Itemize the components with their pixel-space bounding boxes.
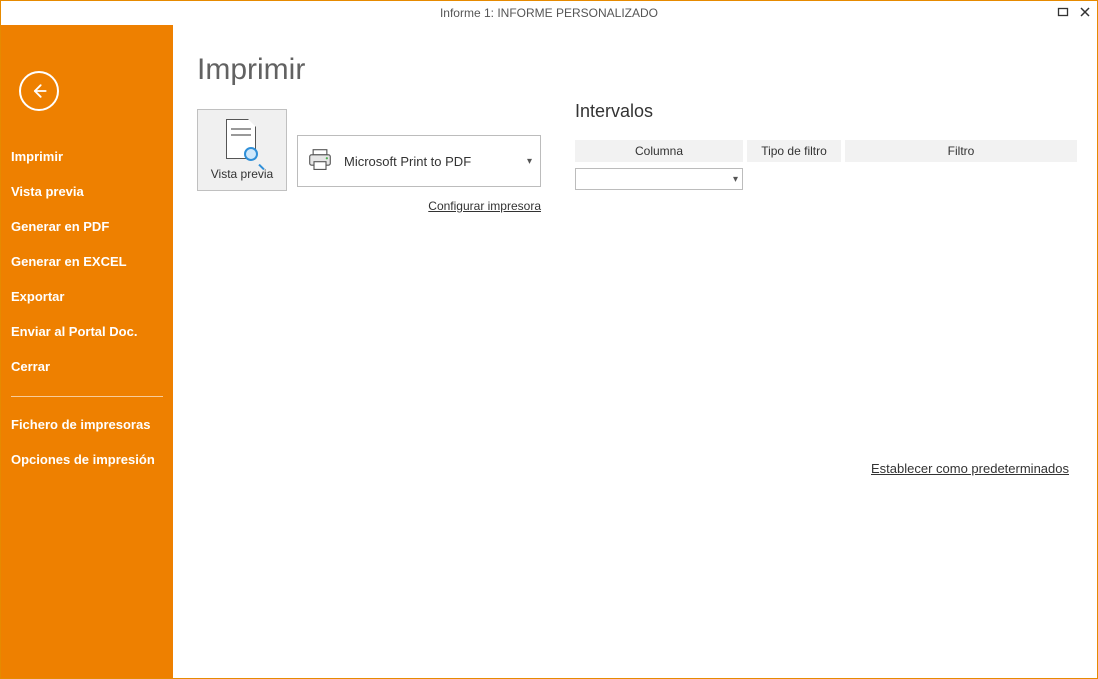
printer-block: Microsoft Print to PDF ▾ Configurar impr… — [297, 109, 541, 213]
sidebar-item-vista-previa[interactable]: Vista previa — [1, 174, 173, 209]
sidebar-item-exportar[interactable]: Exportar — [1, 279, 173, 314]
printer-name: Microsoft Print to PDF — [344, 154, 517, 169]
sidebar: Imprimir Vista previa Generar en PDF Gen… — [1, 25, 173, 678]
print-controls: Vista previa — [197, 109, 541, 213]
sidebar-item-imprimir[interactable]: Imprimir — [1, 139, 173, 174]
sidebar-item-enviar-portal[interactable]: Enviar al Portal Doc. — [1, 314, 173, 349]
window-controls — [1057, 1, 1091, 25]
intervals-row: ▾ — [575, 168, 1077, 190]
vista-previa-button[interactable]: Vista previa — [197, 109, 287, 191]
maximize-icon[interactable] — [1057, 6, 1069, 20]
printer-icon — [306, 148, 334, 175]
sidebar-item-opciones-impresion[interactable]: Opciones de impresión — [1, 442, 173, 477]
preview-printer-row: Vista previa — [197, 109, 541, 213]
intervals-header: Columna Tipo de filtro Filtro — [575, 140, 1077, 162]
window-title: Informe 1: INFORME PERSONALIZADO — [440, 6, 658, 20]
back-button[interactable] — [19, 71, 59, 111]
printer-select[interactable]: Microsoft Print to PDF ▾ — [297, 135, 541, 187]
arrow-left-icon — [29, 81, 49, 101]
titlebar: Informe 1: INFORME PERSONALIZADO — [1, 1, 1097, 25]
page-title: Imprimir — [197, 53, 1077, 87]
sidebar-item-generar-pdf[interactable]: Generar en PDF — [1, 209, 173, 244]
body: Imprimir Vista previa Generar en PDF Gen… — [1, 25, 1097, 678]
header-columna: Columna — [575, 140, 743, 162]
sidebar-item-fichero-impresoras[interactable]: Fichero de impresoras — [1, 407, 173, 442]
sidebar-item-cerrar[interactable]: Cerrar — [1, 349, 173, 384]
document-preview-icon — [224, 119, 260, 163]
window: Informe 1: INFORME PERSONALIZADO Imprimi… — [0, 0, 1098, 679]
content-row: Vista previa — [197, 109, 1077, 213]
chevron-down-icon: ▾ — [733, 174, 738, 185]
chevron-down-icon: ▾ — [527, 156, 532, 167]
intervals-title: Intervalos — [575, 101, 1077, 122]
columna-combo[interactable]: ▾ — [575, 168, 743, 190]
sidebar-menu: Imprimir Vista previa Generar en PDF Gen… — [1, 139, 173, 477]
sidebar-item-generar-excel[interactable]: Generar en EXCEL — [1, 244, 173, 279]
sidebar-divider — [11, 396, 163, 397]
header-filtro: Filtro — [845, 140, 1077, 162]
header-tipo-filtro: Tipo de filtro — [747, 140, 841, 162]
intervals-section: Intervalos Columna Tipo de filtro Filtro… — [575, 109, 1077, 190]
close-icon[interactable] — [1079, 6, 1091, 20]
set-defaults-link[interactable]: Establecer como predeterminados — [871, 461, 1069, 476]
main: Imprimir Vista previa — [173, 25, 1097, 678]
configure-printer-link[interactable]: Configurar impresora — [428, 199, 541, 213]
